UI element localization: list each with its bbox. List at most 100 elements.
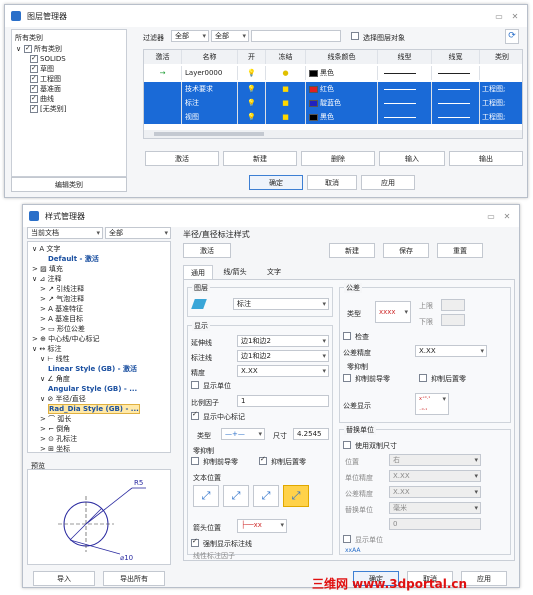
suppress-leading-zero-checkbox[interactable]	[191, 457, 199, 465]
extension-line-dropdown[interactable]: 边1和边2	[237, 335, 329, 347]
column-header[interactable]: 激活	[144, 50, 182, 64]
text-position-3-button[interactable]: ⤢	[253, 485, 279, 507]
tree-checkbox[interactable]	[30, 53, 38, 63]
horizontal-scrollbar[interactable]	[144, 130, 522, 138]
line-type-cell[interactable]	[378, 110, 432, 124]
suppress-leading-zero-checkbox-2[interactable]	[343, 374, 351, 382]
import-layer-button[interactable]: 输入	[379, 151, 445, 166]
column-header[interactable]: 线条颜色	[306, 50, 378, 64]
bulb-on-icon[interactable]: 💡	[238, 96, 266, 110]
scrollbar-thumb[interactable]	[154, 132, 264, 136]
suppress-trailing-zero-checkbox[interactable]	[259, 455, 267, 465]
close-icon[interactable]: ✕	[509, 12, 521, 21]
activate-style-button[interactable]: 激活	[183, 243, 231, 258]
tree-expand-icon[interactable]: ∨	[16, 44, 21, 54]
style-tree-item[interactable]: Angular Style (GB) - ...	[48, 384, 137, 394]
layer-dropdown[interactable]: 标注	[233, 298, 329, 310]
tree-checkbox[interactable]	[30, 83, 38, 93]
column-header[interactable]: 类别	[480, 50, 524, 64]
style-tree-item[interactable]: ∨ ⊢ 线性	[40, 354, 70, 364]
arrow-position-dropdown[interactable]: ├──xx	[237, 519, 287, 533]
style-tree-item[interactable]: Default - 激活	[48, 254, 99, 264]
tree-item[interactable]: 草图	[40, 64, 54, 74]
lower-limit-input[interactable]	[441, 314, 465, 326]
column-header[interactable]: 线型	[378, 50, 432, 64]
style-tree-item[interactable]: > ⊞ 坐标	[40, 444, 70, 454]
table-row[interactable]: → Layer0000 💡 ● 黑色	[144, 66, 522, 80]
category-cell[interactable]: 工程图;	[480, 82, 524, 96]
style-tree-item[interactable]: ∨ A 文字	[32, 244, 60, 254]
style-tree-item[interactable]: > ▨ 填充	[32, 264, 63, 274]
type-filter-dropdown[interactable]: 全部	[105, 227, 171, 239]
tree-item[interactable]: 所有类别	[34, 44, 62, 54]
tree-checkbox[interactable]	[30, 103, 38, 113]
tolerance-type-dropdown[interactable]: xxxx	[375, 301, 411, 323]
style-tree-item[interactable]: Rad_Dia Style (GB) - ...	[48, 404, 140, 414]
refresh-icon[interactable]: ⟳	[505, 29, 519, 44]
text-position-4-button[interactable]: ⤢	[283, 485, 309, 507]
pin-icon[interactable]: ▭	[493, 12, 505, 21]
upper-limit-input[interactable]	[441, 299, 465, 311]
line-type-cell[interactable]	[378, 96, 432, 110]
column-header[interactable]: 开	[238, 50, 266, 64]
text-position-2-button[interactable]: ⤢	[223, 485, 249, 507]
text-position-1-button[interactable]: ⤢	[193, 485, 219, 507]
ok-button[interactable]: 确定	[249, 175, 303, 190]
column-header[interactable]: 线宽	[432, 50, 480, 64]
new-style-button[interactable]: 新建	[329, 243, 375, 258]
dual-dimension-checkbox[interactable]	[343, 441, 351, 449]
style-tree-item[interactable]: > ▭ 形位公差	[40, 324, 85, 334]
dimension-line-dropdown[interactable]: 边1和边2	[237, 350, 329, 362]
save-style-button[interactable]: 保存	[383, 243, 429, 258]
delete-layer-button[interactable]: 删除	[301, 151, 375, 166]
filter-dropdown-2[interactable]: 全部	[211, 30, 249, 42]
sun-icon[interactable]: ■	[266, 82, 306, 96]
style-tree-item[interactable]: > ⌐ 倒角	[40, 424, 70, 434]
column-header[interactable]: 名称	[182, 50, 238, 64]
tree-checkbox[interactable]	[30, 93, 38, 103]
show-unit-checkbox-2[interactable]	[343, 535, 351, 543]
style-tree-item[interactable]: > ↗ 气泡注释	[40, 294, 84, 304]
apply-button[interactable]: 应用	[461, 571, 507, 586]
tree-checkbox[interactable]	[30, 73, 38, 83]
tree-item[interactable]: 工程图	[40, 74, 61, 84]
apply-button[interactable]: 应用	[361, 175, 415, 190]
inspect-checkbox[interactable]	[343, 332, 351, 340]
suppress-trailing-zero-checkbox-2[interactable]	[419, 374, 427, 382]
alt-unit-number-input[interactable]: 0	[389, 518, 481, 530]
sun-icon[interactable]: ■	[266, 96, 306, 110]
tab-text[interactable]: 文字	[259, 265, 289, 279]
alt-unit-dropdown[interactable]: 毫米	[389, 502, 481, 514]
document-filter-dropdown[interactable]: 当前文档	[27, 227, 103, 239]
style-tree-item[interactable]: ∨ ⊿ 注释	[32, 274, 61, 284]
tree-item[interactable]: [无类别]	[40, 104, 66, 114]
table-row[interactable]: 视图 💡 ■ 黑色 工程图;	[144, 110, 522, 124]
reset-style-button[interactable]: 重置	[437, 243, 483, 258]
tolerance-display-dropdown[interactable]: x⁺⁰·¹ ₋₀.₁	[415, 393, 449, 415]
center-type-dropdown[interactable]: —+—	[221, 428, 265, 440]
style-tree-item[interactable]: > A 基准目标	[40, 314, 83, 324]
show-center-mark-checkbox[interactable]	[191, 410, 199, 420]
export-layer-button[interactable]: 输出	[449, 151, 523, 166]
category-cell[interactable]: 工程图;	[480, 96, 524, 110]
activate-button[interactable]: 激活	[145, 151, 219, 166]
show-unit-checkbox[interactable]	[191, 381, 199, 389]
line-color-cell[interactable]: 黑色	[306, 110, 378, 124]
style-tree-item[interactable]: > ⊙ 孔标注	[40, 434, 77, 444]
pin-icon[interactable]: ▭	[485, 212, 497, 221]
export-all-button[interactable]: 导出所有	[103, 571, 165, 586]
unit-precision-dropdown[interactable]: X.XX	[389, 470, 481, 482]
style-tree-item[interactable]: > ⊕ 中心线/中心标记	[32, 334, 100, 344]
sun-icon[interactable]: ■	[266, 110, 306, 124]
column-header[interactable]: 冻结	[266, 50, 306, 64]
tree-checkbox[interactable]	[24, 43, 32, 53]
new-layer-button[interactable]: 新建	[223, 151, 297, 166]
edit-category-button[interactable]: 编辑类别	[11, 177, 127, 192]
tree-item[interactable]: 曲线	[40, 94, 54, 104]
line-width-cell[interactable]	[432, 82, 480, 96]
filter-dropdown-1[interactable]: 全部	[171, 30, 209, 42]
category-cell[interactable]: 工程图;	[480, 110, 524, 124]
style-tree-item[interactable]: > A 基准特征	[40, 304, 83, 314]
category-cell[interactable]	[480, 66, 524, 80]
line-width-cell[interactable]	[432, 110, 480, 124]
